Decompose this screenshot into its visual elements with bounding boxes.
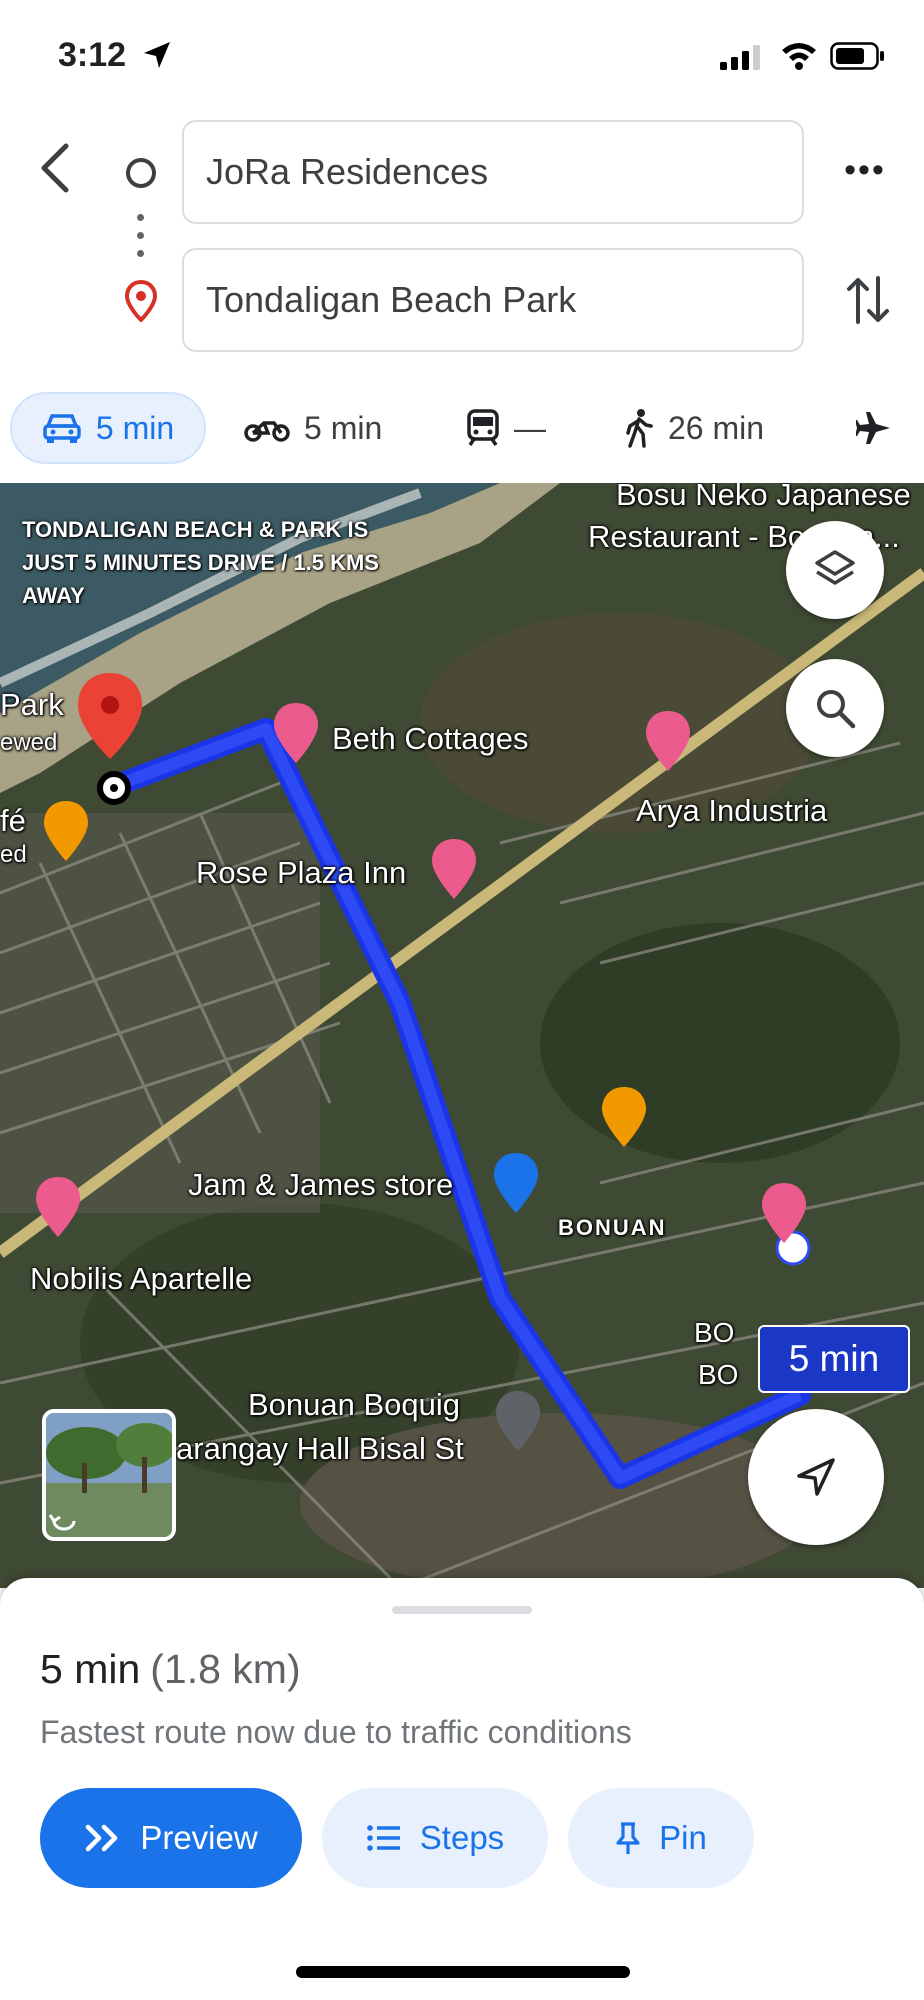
area-label: BO (698, 1359, 739, 1390)
route-connector-dot (137, 214, 144, 221)
mode-motorcycle-label: 5 min (304, 409, 383, 446)
poi-label: ewed (0, 729, 58, 756)
street-view-thumbnail[interactable] (42, 1409, 176, 1541)
poi-label[interactable]: Beth Cottages (332, 721, 528, 757)
poi-label[interactable]: Nobilis Apartelle (30, 1261, 252, 1297)
route-distance: (1.8 km) (150, 1646, 301, 1692)
route-connector-dot (137, 232, 144, 239)
destination-pin-icon (124, 280, 158, 322)
poi-label[interactable]: Arya Industria (636, 793, 827, 829)
destination-field[interactable]: Tondaligan Beach Park (182, 248, 804, 352)
double-chevron-right-icon (86, 1824, 118, 1852)
preview-button[interactable]: Preview (40, 1788, 302, 1888)
origin-field[interactable]: JoRa Residences (182, 120, 804, 224)
mode-motorcycle-tab[interactable]: 5 min (244, 392, 382, 464)
swap-directions-button[interactable] (844, 272, 892, 328)
steps-button[interactable]: Steps (322, 1788, 548, 1888)
area-label: BO (694, 1317, 735, 1348)
wifi-icon (782, 43, 816, 70)
pin-label: Pin (659, 1819, 707, 1856)
poi-label[interactable]: Bosu Neko Japanese (616, 483, 911, 513)
map-overlay-note: TONDALIGAN BEACH & PARK IS JUST 5 MINUTE… (22, 517, 379, 608)
mode-flight-tab[interactable] (856, 392, 906, 464)
search-along-route-button[interactable] (786, 659, 884, 757)
pin-icon (616, 1822, 640, 1854)
poi-label[interactable]: arangay Hall Bisal St (176, 1431, 464, 1467)
status-time: 3:12 (58, 36, 127, 74)
recenter-button[interactable] (748, 1409, 884, 1545)
mode-drive-label: 5 min (95, 409, 175, 446)
battery-icon (830, 42, 884, 70)
home-indicator[interactable] (296, 1966, 630, 1978)
motorcycle-icon (244, 421, 290, 442)
list-icon (366, 1825, 400, 1851)
airplane-icon (856, 412, 890, 444)
poi-label[interactable]: Jam & James store (188, 1167, 453, 1203)
satellite-map[interactable]: TONDALIGAN BEACH & PARK IS JUST 5 MINUTE… (0, 483, 924, 1588)
train-icon (467, 409, 499, 446)
area-label: BONUAN (558, 1215, 667, 1240)
mode-drive-tab[interactable]: 5 min (10, 392, 206, 464)
poi-label[interactable]: Park (0, 687, 64, 723)
walk-icon (626, 409, 653, 448)
car-icon (43, 414, 81, 443)
travel-mode-bar: 5 min 5 min — 26 min (0, 392, 924, 468)
poi-label: ed (0, 841, 27, 868)
poi-label[interactable]: Bonuan Boquig (248, 1387, 460, 1423)
route-summary-sheet: 5 min (1.8 km) Fastest route now due to t… (0, 1578, 924, 2000)
street-view-image (46, 1413, 172, 1537)
location-arrow-icon (144, 42, 170, 68)
pin-button[interactable]: Pin (568, 1788, 754, 1888)
mode-transit-tab[interactable]: — (466, 392, 546, 464)
sheet-drag-handle[interactable] (392, 1606, 532, 1614)
poi-label[interactable]: fé (0, 803, 26, 839)
route-time-badge[interactable]: 5 min (758, 1325, 910, 1393)
more-options-button[interactable]: ••• (840, 150, 890, 190)
preview-label: Preview (140, 1819, 258, 1856)
layers-icon (815, 550, 855, 585)
poi-label[interactable]: Rose Plaza Inn (196, 855, 406, 891)
search-icon (817, 690, 856, 729)
route-duration: 5 min (40, 1646, 141, 1692)
origin-dot-icon (126, 158, 156, 188)
cellular-signal-icon (720, 45, 760, 70)
route-connector-dot (137, 250, 144, 257)
route-description: Fastest route now due to traffic conditi… (40, 1714, 632, 1750)
navigation-arrow-icon (797, 1458, 835, 1496)
layers-button[interactable] (786, 521, 884, 619)
mode-walk-tab[interactable]: 26 min (624, 392, 764, 464)
steps-label: Steps (419, 1819, 505, 1856)
route-summary: 5 min (1.8 km) (40, 1646, 301, 1693)
mode-walk-label: 26 min (668, 409, 765, 446)
back-button[interactable] (32, 140, 80, 196)
mode-transit-label: — (514, 409, 546, 446)
